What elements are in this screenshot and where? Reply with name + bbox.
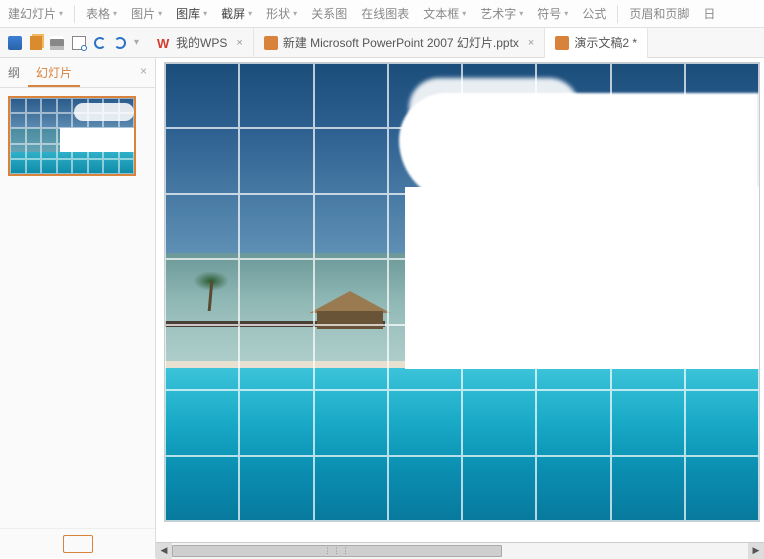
- table-menu[interactable]: 表格: [80, 2, 123, 25]
- print-preview-icon[interactable]: [72, 36, 86, 50]
- presentation-file-icon: [555, 36, 569, 50]
- date-button[interactable]: 日: [697, 2, 721, 25]
- scroll-track[interactable]: ⋮⋮⋮: [172, 543, 748, 559]
- slides-tab[interactable]: 幻灯片: [28, 58, 80, 87]
- slide-1[interactable]: [164, 62, 760, 522]
- tab-my-wps[interactable]: W 我的WPS ×: [147, 28, 254, 58]
- outline-tab[interactable]: 纲: [0, 58, 28, 87]
- symbol-menu[interactable]: 符号: [531, 2, 574, 25]
- qa-more-icon[interactable]: ▾: [134, 37, 139, 48]
- tab-close-icon[interactable]: ×: [528, 37, 534, 49]
- scroll-left-button[interactable]: ◀: [156, 543, 172, 559]
- new-slide-menu[interactable]: 建幻灯片: [2, 2, 69, 25]
- panel-footer: [0, 528, 155, 558]
- empty-white-region: [405, 187, 759, 369]
- panel-close-icon[interactable]: ×: [132, 58, 155, 87]
- separator: [617, 5, 618, 23]
- tab-close-icon[interactable]: ×: [236, 37, 242, 49]
- ribbon-toolbar: 建幻灯片 表格 图片 图库 截屏 形状 关系图 在线图表 文本框 艺术字 符号 …: [0, 0, 764, 28]
- image-palm-trees: [181, 263, 241, 313]
- redo-icon[interactable]: [114, 37, 126, 49]
- thumbnail-list: [0, 88, 155, 528]
- panel-tabs: 纲 幻灯片 ×: [0, 58, 155, 88]
- print-icon[interactable]: [50, 36, 64, 50]
- equation-button[interactable]: 公式: [576, 2, 612, 25]
- copy-icon[interactable]: [30, 36, 42, 50]
- wordart-menu[interactable]: 艺术字: [474, 2, 529, 25]
- picture-menu[interactable]: 图片: [125, 2, 168, 25]
- image-water-region: [165, 368, 759, 522]
- canvas-viewport[interactable]: [156, 58, 764, 542]
- scroll-grip-icon: ⋮⋮⋮: [324, 546, 351, 555]
- add-slide-button[interactable]: [63, 535, 93, 553]
- wps-logo-icon: W: [157, 36, 171, 50]
- header-footer-button[interactable]: 页眉和页脚: [623, 2, 695, 25]
- screenshot-menu[interactable]: 截屏: [215, 2, 258, 25]
- gallery-menu[interactable]: 图库: [170, 2, 213, 25]
- document-tabs: W 我的WPS × 新建 Microsoft PowerPoint 2007 幻…: [147, 28, 648, 58]
- scroll-right-button[interactable]: ▶: [748, 543, 764, 559]
- separator: [74, 5, 75, 23]
- main-area: 纲 幻灯片 ×: [0, 58, 764, 558]
- slides-panel: 纲 幻灯片 ×: [0, 58, 156, 558]
- tab-label: 新建 Microsoft PowerPoint 2007 幻灯片.pptx: [283, 34, 519, 51]
- quick-access-toolbar: ▾: [0, 36, 147, 50]
- slide-canvas-area: ◀ ⋮⋮⋮ ▶: [156, 58, 764, 558]
- horizontal-scrollbar[interactable]: ◀ ⋮⋮⋮ ▶: [156, 542, 764, 558]
- presentation-file-icon: [264, 36, 278, 50]
- undo-icon[interactable]: [94, 37, 106, 49]
- relation-button[interactable]: 关系图: [305, 2, 353, 25]
- quick-access-and-tabs: ▾ W 我的WPS × 新建 Microsoft PowerPoint 2007…: [0, 28, 764, 58]
- online-chart-button[interactable]: 在线图表: [355, 2, 415, 25]
- slide-thumbnail-1[interactable]: [8, 96, 136, 176]
- shape-menu[interactable]: 形状: [260, 2, 303, 25]
- image-hut: [305, 291, 395, 331]
- tab-label: 我的WPS: [176, 34, 227, 51]
- tab-pptx-file[interactable]: 新建 Microsoft PowerPoint 2007 幻灯片.pptx ×: [254, 28, 546, 58]
- textbox-menu[interactable]: 文本框: [417, 2, 472, 25]
- save-icon[interactable]: [8, 36, 22, 50]
- tab-label: 演示文稿2 *: [574, 34, 637, 51]
- tab-presentation-2[interactable]: 演示文稿2 *: [545, 28, 648, 58]
- scroll-thumb[interactable]: ⋮⋮⋮: [172, 545, 502, 557]
